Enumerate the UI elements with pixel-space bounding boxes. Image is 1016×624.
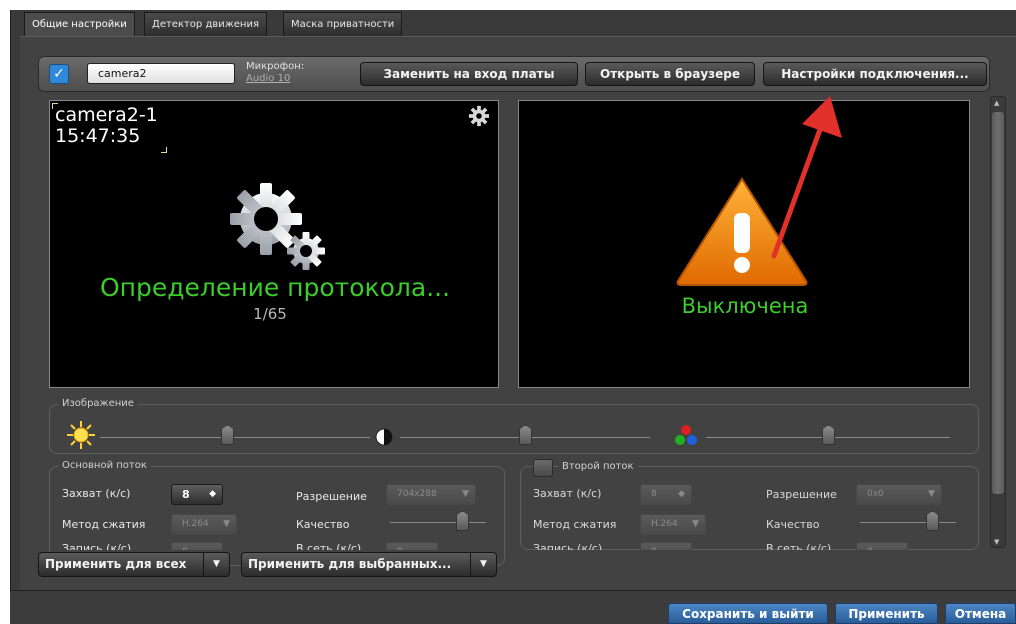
second-stream-label: Второй поток	[558, 461, 638, 472]
apply-for-selected-button[interactable]: Применить для выбранных... ▼	[241, 552, 497, 577]
screenshot-frame: Общие настройки Детектор движения Маска …	[0, 0, 1016, 624]
second-compression-label: Метод сжатия	[533, 518, 617, 531]
open-in-browser-button[interactable]: Открыть в браузере	[585, 62, 755, 86]
camera-preview[interactable]: camera2-1 15:47:35 Определение протокола…	[49, 100, 499, 388]
apply-for-all-label: Применить для всех	[45, 557, 187, 571]
second-hidden-row: Запись (к/с) 8 В сеть (к/с) 8	[531, 542, 971, 550]
osd-corner	[161, 147, 167, 153]
replace-with-board-input-button[interactable]: Заменить на вход платы	[360, 62, 578, 86]
main-compression-select[interactable]: H.264 ▼	[171, 514, 237, 535]
contrast-icon	[375, 428, 393, 446]
chevron-down-icon: ▼	[928, 489, 935, 499]
tab-motion-detector[interactable]: Детектор движения	[144, 12, 267, 36]
main-capture-stepper[interactable]: 8 ◆	[171, 484, 223, 505]
second-network-value: 8	[867, 547, 873, 550]
chevron-down-icon: ▼	[223, 519, 230, 529]
main-stream-group	[49, 466, 505, 566]
second-record-stepper[interactable]: 8	[640, 542, 692, 550]
main-resolution-label: Разрешение	[296, 490, 367, 503]
second-stream-preview[interactable]: Выключена	[518, 100, 970, 388]
second-resolution-select[interactable]: 0x0 ▼	[856, 484, 942, 505]
second-network-label: В сеть (к/с)	[766, 542, 832, 550]
image-settings-group	[49, 404, 979, 454]
brightness-slider[interactable]	[100, 437, 370, 438]
gears-icon	[230, 183, 325, 270]
scroll-up-arrow-icon[interactable]: ▲	[994, 99, 999, 107]
chevron-down-icon: ▼	[462, 489, 469, 499]
second-capture-value: 8	[651, 489, 657, 499]
second-quality-slider[interactable]	[860, 522, 956, 523]
scroll-down-arrow-icon[interactable]: ▼	[994, 538, 999, 546]
protocol-progress-count: 1/65	[253, 305, 287, 323]
tab-privacy-mask[interactable]: Маска приватности	[283, 12, 403, 36]
camera-enabled-checkbox[interactable]: ✓	[49, 64, 69, 84]
brightness-icon	[67, 421, 95, 449]
main-stream-label: Основной поток	[58, 460, 151, 471]
chevron-down-icon: ▼	[692, 519, 699, 529]
second-compression-value: H.264	[651, 519, 678, 529]
stepper-arrows-icon[interactable]: ◆	[209, 485, 216, 504]
main-capture-value: 8	[182, 488, 190, 501]
scrollbar-thumb[interactable]	[992, 112, 1004, 494]
color-saturation-icon	[675, 425, 697, 445]
apply-for-all-button[interactable]: Применить для всех ▼	[38, 552, 230, 577]
second-resolution-value: 0x0	[867, 489, 884, 499]
main-quality-label: Качество	[296, 518, 350, 531]
second-record-label: Запись (к/с)	[533, 542, 603, 550]
main-resolution-select[interactable]: 704x288 ▼	[386, 484, 476, 505]
main-compression-value: H.264	[182, 519, 209, 529]
second-resolution-label: Разрешение	[766, 488, 837, 501]
main-compression-label: Метод сжатия	[62, 518, 146, 531]
apply-button[interactable]: Применить	[835, 603, 938, 624]
image-group-label: Изображение	[58, 398, 138, 409]
main-quality-slider[interactable]	[390, 522, 486, 523]
microphone-label: Микрофон:	[246, 61, 305, 72]
microphone-link[interactable]: Audio 10	[246, 73, 290, 84]
camera-title-overlay: camera2-1	[55, 104, 158, 126]
second-stream-checkbox[interactable]	[533, 459, 553, 477]
connection-settings-button[interactable]: Настройки подключения...	[763, 62, 987, 86]
second-stream-group	[520, 466, 979, 550]
apply-selected-dropdown-icon[interactable]: ▼	[470, 553, 496, 576]
apply-all-dropdown-icon[interactable]: ▼	[203, 553, 229, 576]
second-network-stepper[interactable]: 8	[856, 542, 908, 550]
camera-name-field[interactable]: camera2	[87, 63, 235, 84]
apply-for-selected-label: Применить для выбранных...	[248, 557, 452, 571]
cancel-button[interactable]: Отмена	[945, 603, 1016, 624]
tab-general-settings[interactable]: Общие настройки	[24, 12, 135, 36]
second-compression-select[interactable]: H.264 ▼	[640, 514, 706, 535]
main-record-value: 8	[182, 547, 188, 550]
main-record-stepper[interactable]: 8	[171, 542, 223, 550]
main-resolution-value: 704x288	[397, 489, 437, 499]
camera-time-overlay: 15:47:35	[55, 125, 141, 147]
save-and-exit-button[interactable]: Сохранить и выйти	[668, 603, 828, 624]
main-capture-label: Захват (к/с)	[62, 487, 131, 500]
protocol-detection-status: Определение протокола...	[99, 273, 451, 302]
stepper-arrows-icon[interactable]: ◆	[678, 485, 685, 504]
second-capture-label: Захват (к/с)	[533, 487, 602, 500]
gear-icon[interactable]	[468, 105, 490, 127]
main-network-stepper[interactable]: 8	[386, 542, 438, 550]
camera-off-status: Выключена	[681, 294, 809, 318]
second-capture-stepper[interactable]: 8 ◆	[640, 484, 692, 505]
second-record-value: 8	[651, 547, 657, 550]
main-network-value: 8	[397, 547, 403, 550]
main-hidden-row: Запись (к/с) 8 В сеть (к/с) 8	[60, 542, 500, 550]
annotation-arrow	[771, 96, 842, 259]
second-quality-label: Качество	[766, 518, 820, 531]
main-network-label: В сеть (к/с)	[296, 542, 362, 550]
main-record-label: Запись (к/с)	[62, 542, 132, 550]
